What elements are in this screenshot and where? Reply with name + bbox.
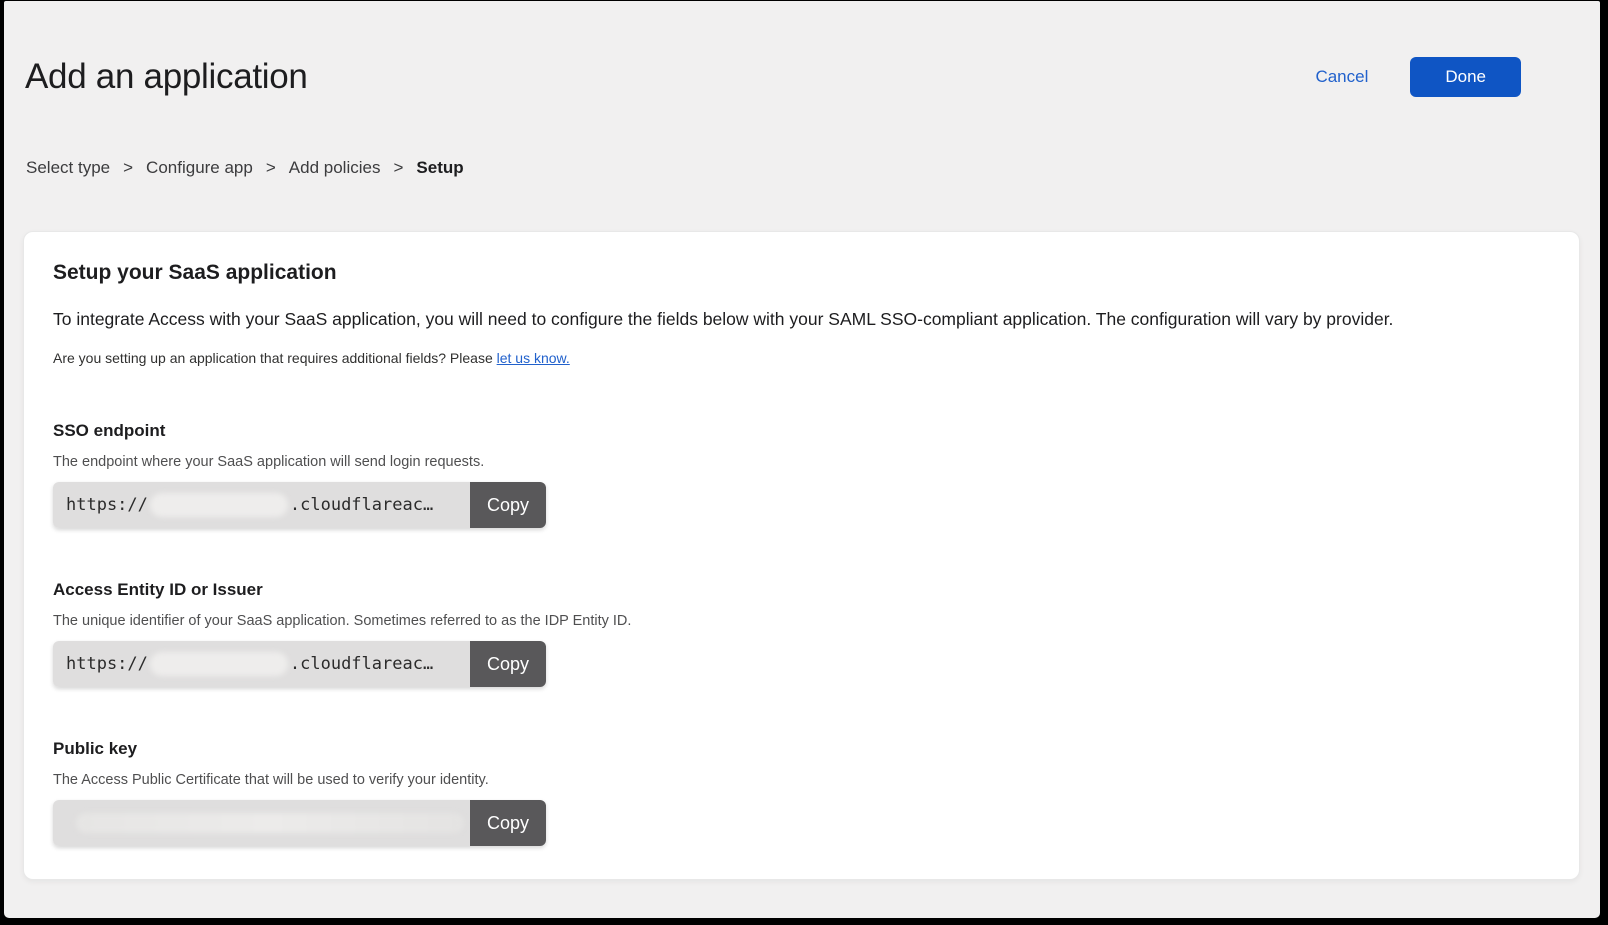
sso-endpoint-field: https:// .cloudflareac… Copy [53,482,546,528]
page: Add an application Cancel Done Select ty… [4,1,1600,918]
page-title: Add an application [25,57,308,97]
copy-button[interactable]: Copy [470,800,546,846]
setup-card: Setup your SaaS application To integrate… [23,231,1580,880]
breadcrumb-item-select-type[interactable]: Select type [26,158,110,177]
section-access-entity-id: Access Entity ID or Issuer The unique id… [53,580,1550,687]
breadcrumb-separator: > [393,158,403,177]
intro-text: To integrate Access with your SaaS appli… [53,309,1550,330]
header-actions: Cancel Done [1315,57,1521,97]
breadcrumb-item-setup[interactable]: Setup [416,158,463,177]
redacted-team-name [150,652,288,676]
breadcrumb-separator: > [123,158,133,177]
section-description: The unique identifier of your SaaS appli… [53,613,1550,629]
copy-button[interactable]: Copy [470,482,546,528]
breadcrumb-separator: > [266,158,276,177]
note-text: Are you setting up an application that r… [53,350,497,366]
redacted-public-key [76,813,464,833]
additional-fields-note: Are you setting up an application that r… [53,350,1550,366]
breadcrumb-item-add-policies[interactable]: Add policies [289,158,381,177]
let-us-know-link[interactable]: let us know. [497,350,570,366]
breadcrumb: Select type > Configure app > Add policies > S… [26,158,1600,178]
breadcrumb-item-configure-app[interactable]: Configure app [146,158,253,177]
section-public-key: Public key The Access Public Certificate… [53,739,1550,846]
access-entity-id-field: https:// .cloudflareac… Copy [53,641,546,687]
sso-endpoint-value: https:// .cloudflareac… [53,482,470,528]
section-description: The endpoint where your SaaS application… [53,454,1550,470]
access-entity-id-value: https:// .cloudflareac… [53,641,470,687]
value-suffix: .cloudflareac… [290,654,433,674]
section-description: The Access Public Certificate that will … [53,772,1550,788]
redacted-team-name [150,493,288,517]
section-sso-endpoint: SSO endpoint The endpoint where your Saa… [53,421,1550,528]
top-bar: Add an application Cancel Done [4,1,1600,97]
public-key-field: Copy [53,800,546,846]
done-button[interactable]: Done [1410,57,1521,97]
cancel-button[interactable]: Cancel [1315,67,1368,87]
value-prefix: https:// [66,654,148,674]
value-suffix: .cloudflareac… [290,495,433,515]
public-key-value [53,800,470,846]
value-prefix: https:// [66,495,148,515]
card-heading: Setup your SaaS application [53,261,1550,285]
section-heading: SSO endpoint [53,421,1550,441]
section-heading: Public key [53,739,1550,759]
section-heading: Access Entity ID or Issuer [53,580,1550,600]
copy-button[interactable]: Copy [470,641,546,687]
